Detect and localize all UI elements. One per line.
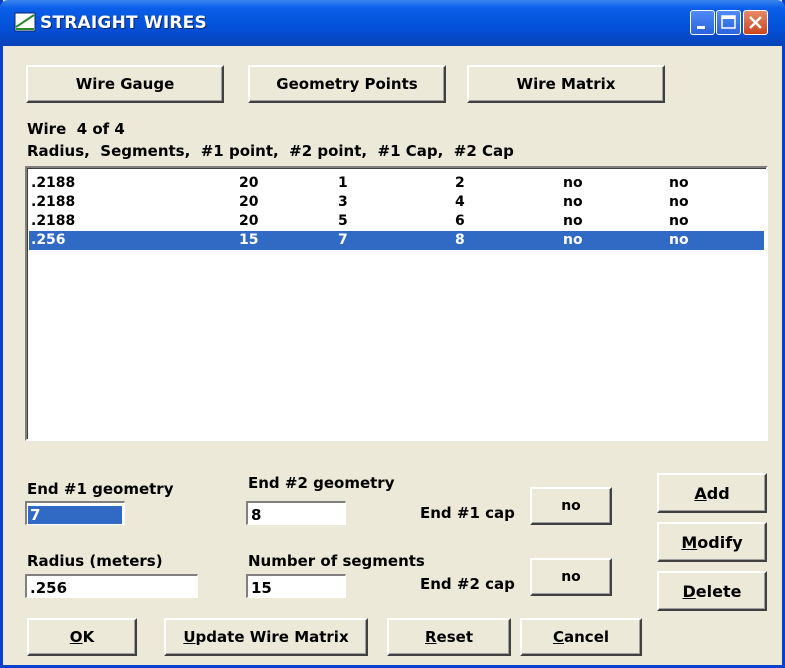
add-label: Add	[694, 483, 730, 503]
cell-point1: 5	[338, 213, 348, 229]
add-button[interactable]: Add	[657, 473, 767, 513]
wire-gauge-button[interactable]: Wire Gauge	[26, 65, 224, 103]
cell-point2: 4	[455, 194, 465, 210]
segments-value: 15	[251, 579, 272, 597]
modify-button[interactable]: Modify	[657, 522, 767, 562]
end1-cap-toggle[interactable]: no	[530, 487, 612, 525]
cell-radius: .2188	[31, 213, 76, 229]
end1-cap-label: End #1 cap	[420, 504, 515, 522]
wire-gauge-label: Wire Gauge	[75, 75, 175, 93]
cell-segments: 20	[239, 213, 259, 229]
end1-cap-value: no	[561, 498, 581, 514]
end1-geometry-label: End #1 geometry	[27, 480, 174, 498]
radius-value: .256	[30, 579, 68, 597]
minimize-button[interactable]	[690, 10, 715, 35]
table-row[interactable]: .2188 20 3 4 no no	[29, 193, 764, 212]
cancel-label: Cancel	[552, 628, 610, 646]
update-wire-matrix-button[interactable]: Update Wire Matrix	[164, 618, 368, 656]
cell-cap2: no	[669, 213, 689, 229]
wire-matrix-label: Wire Matrix	[516, 75, 616, 93]
table-row[interactable]: .2188 20 1 2 no no	[29, 174, 764, 193]
window-title: STRAIGHT WIRES	[40, 13, 207, 33]
cell-cap1: no	[563, 232, 583, 248]
radius-label: Radius (meters)	[27, 552, 163, 570]
end1-geometry-value: 7	[28, 506, 122, 524]
delete-label: Delete	[682, 581, 742, 601]
cell-cap1: no	[563, 213, 583, 229]
ok-button[interactable]: OK	[27, 618, 137, 656]
table-row-selected[interactable]: .256 15 7 8 no no	[29, 231, 764, 250]
cell-segments: 15	[239, 232, 259, 248]
wire-list[interactable]: .2188 20 1 2 no no .2188 20 3 4 no no .2…	[25, 166, 768, 441]
cell-cap2: no	[669, 175, 689, 191]
cell-cap2: no	[669, 194, 689, 210]
cell-radius: .2188	[31, 194, 76, 210]
close-button[interactable]	[743, 10, 768, 35]
wire-counter: Wire 4 of 4	[27, 120, 125, 138]
ok-label: OK	[69, 628, 95, 646]
end2-cap-value: no	[561, 569, 581, 585]
close-icon	[749, 16, 762, 29]
end2-geometry-value: 8	[251, 506, 262, 524]
end2-cap-toggle[interactable]: no	[530, 558, 612, 596]
cell-cap1: no	[563, 194, 583, 210]
end2-geometry-label: End #2 geometry	[248, 474, 395, 492]
cell-radius: .2188	[31, 175, 76, 191]
end2-geometry-field[interactable]: 8	[246, 501, 346, 525]
cell-point2: 6	[455, 213, 465, 229]
cell-cap1: no	[563, 175, 583, 191]
update-wire-matrix-label: Update Wire Matrix	[183, 628, 349, 646]
end1-geometry-field[interactable]: 7	[25, 501, 125, 525]
cell-segments: 20	[239, 194, 259, 210]
modify-label: Modify	[681, 532, 743, 552]
segments-label: Number of segments	[248, 552, 425, 570]
list-header: Radius, Segments, #1 point, #2 point, #1…	[27, 142, 514, 160]
geometry-points-button[interactable]: Geometry Points	[248, 65, 446, 103]
reset-label: Reset	[424, 628, 473, 646]
cell-radius: .256	[31, 232, 66, 248]
cell-point1: 7	[338, 232, 348, 248]
cell-point2: 2	[455, 175, 465, 191]
geometry-points-label: Geometry Points	[276, 75, 418, 93]
minimize-icon	[697, 26, 705, 29]
cell-segments: 20	[239, 175, 259, 191]
straight-wires-dialog: STRAIGHT WIRES Wire Gauge Geometry Point…	[0, 0, 785, 668]
cell-point1: 1	[338, 175, 348, 191]
cell-cap2: no	[669, 232, 689, 248]
table-row[interactable]: .2188 20 5 6 no no	[29, 212, 764, 231]
maximize-icon	[721, 15, 736, 29]
title-bar[interactable]: STRAIGHT WIRES	[0, 0, 785, 46]
radius-field[interactable]: .256	[25, 574, 198, 598]
reset-button[interactable]: Reset	[387, 618, 511, 656]
cell-point2: 8	[455, 232, 465, 248]
segments-field[interactable]: 15	[246, 574, 346, 598]
cancel-button[interactable]: Cancel	[520, 618, 642, 656]
delete-button[interactable]: Delete	[657, 571, 767, 611]
end2-cap-label: End #2 cap	[420, 575, 515, 593]
cell-point1: 3	[338, 194, 348, 210]
maximize-button[interactable]	[716, 10, 741, 35]
wire-matrix-button[interactable]: Wire Matrix	[467, 65, 665, 103]
antenna-wire-icon	[14, 12, 36, 32]
